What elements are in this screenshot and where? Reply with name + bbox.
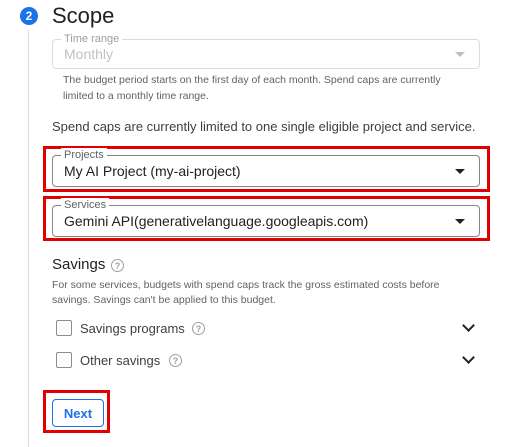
other-savings-label: Other savings (80, 353, 161, 368)
spend-caps-note: Spend caps are currently limited to one … (52, 119, 476, 134)
savings-programs-checkbox[interactable] (56, 320, 72, 336)
next-button[interactable]: Next (52, 399, 104, 427)
savings-title: Savings (52, 256, 106, 273)
projects-select[interactable]: Projects My AI Project (my-ai-project) (52, 148, 480, 187)
other-savings-checkbox[interactable] (56, 352, 72, 368)
dropdown-arrow-icon (455, 52, 465, 57)
dropdown-arrow-icon (455, 219, 465, 224)
chevron-down-icon[interactable] (462, 351, 475, 364)
dropdown-arrow-icon (455, 169, 465, 174)
time-range-hint-line-2: limited to a monthly time range. (63, 90, 209, 102)
help-icon[interactable]: ? (111, 259, 124, 272)
help-icon[interactable]: ? (192, 322, 205, 335)
step-number-badge: 2 (20, 7, 38, 25)
step-connector-line (28, 30, 29, 447)
time-range-select: Time range Monthly (52, 32, 480, 69)
time-range-value: Monthly (64, 46, 114, 62)
savings-hint-line-1: For some services, budgets with spend ca… (52, 279, 440, 291)
chevron-down-icon[interactable] (462, 319, 475, 332)
help-icon[interactable]: ? (169, 354, 182, 367)
savings-hint-line-2: savings. Savings can't be applied to thi… (52, 294, 276, 306)
step-title: Scope (52, 3, 115, 28)
projects-label: Projects (61, 148, 107, 162)
services-label: Services (61, 198, 110, 212)
time-range-label: Time range (61, 32, 123, 46)
services-value: Gemini API(generativelanguage.googleapis… (64, 213, 369, 229)
projects-value: My AI Project (my-ai-project) (64, 163, 241, 179)
time-range-hint-line-1: The budget period starts on the first da… (63, 74, 441, 86)
savings-programs-label: Savings programs (80, 321, 185, 336)
services-select[interactable]: Services Gemini API(generativelanguage.g… (52, 198, 480, 237)
